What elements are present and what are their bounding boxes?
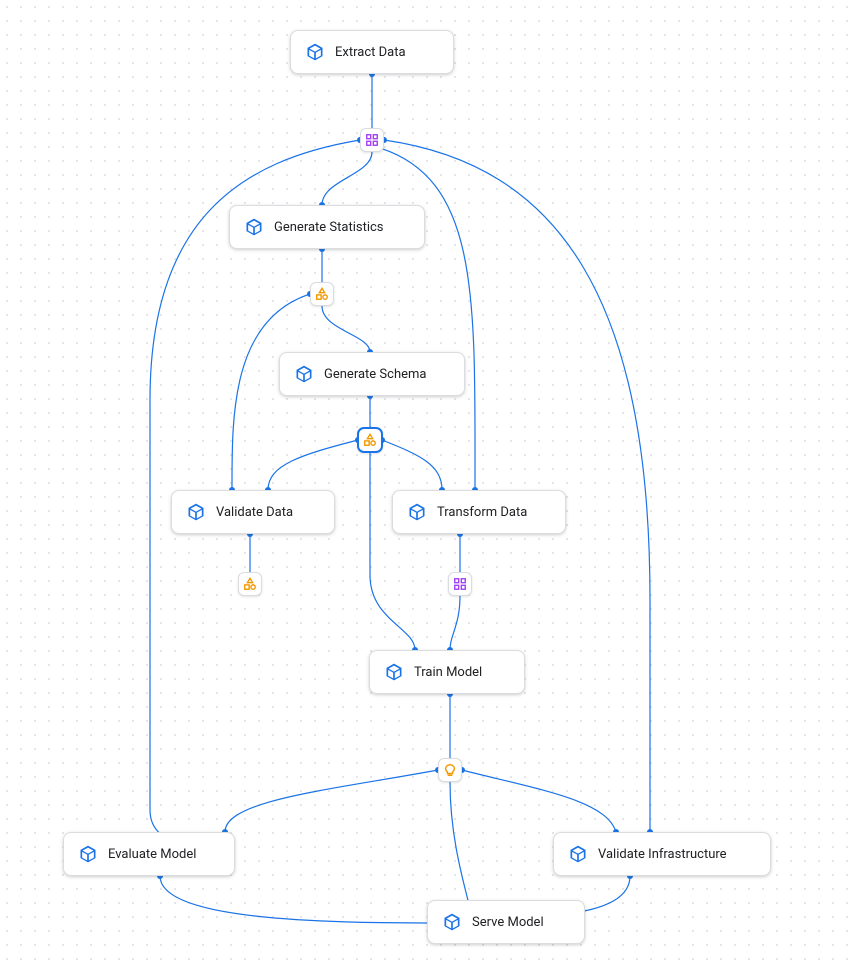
pipeline-canvas[interactable]: Extract Data Generate Statistics Generat…	[0, 0, 854, 968]
grid4-icon	[453, 577, 467, 591]
node-generate-statistics[interactable]: Generate Statistics	[229, 205, 425, 249]
edges-layer	[0, 0, 854, 968]
cube-icon	[186, 502, 206, 522]
junction-grid-icon[interactable]	[360, 128, 384, 152]
junction-shapes-icon[interactable]	[310, 282, 334, 306]
junction-grid-icon[interactable]	[448, 572, 472, 596]
cube-icon	[78, 844, 98, 864]
cube-icon	[294, 364, 314, 384]
cube-icon	[442, 912, 462, 932]
node-generate-schema[interactable]: Generate Schema	[279, 352, 465, 396]
node-label: Transform Data	[437, 505, 527, 520]
cube-icon	[384, 662, 404, 682]
node-label: Generate Statistics	[274, 220, 384, 235]
node-evaluate-model[interactable]: Evaluate Model	[63, 832, 235, 876]
shapes-icon	[315, 287, 329, 301]
node-label: Validate Infrastructure	[598, 847, 727, 862]
junction-shapes-icon[interactable]	[238, 572, 262, 596]
node-label: Extract Data	[335, 45, 406, 60]
cube-icon	[244, 217, 264, 237]
node-label: Generate Schema	[324, 367, 426, 382]
node-serve-model[interactable]: Serve Model	[427, 900, 585, 944]
shapes-icon	[243, 577, 257, 591]
node-label: Train Model	[414, 665, 482, 680]
node-validate-data[interactable]: Validate Data	[171, 490, 335, 534]
cube-icon	[568, 844, 588, 864]
node-label: Serve Model	[472, 915, 544, 930]
shapes-icon	[363, 433, 377, 447]
node-label: Evaluate Model	[108, 847, 196, 862]
grid4-icon	[365, 133, 379, 147]
node-label: Validate Data	[216, 505, 293, 520]
junction-shapes-icon-selected[interactable]	[357, 427, 383, 453]
junction-bulb-icon[interactable]	[438, 758, 462, 782]
cube-icon	[305, 42, 325, 62]
node-transform-data[interactable]: Transform Data	[392, 490, 566, 534]
bulb-icon	[443, 763, 457, 777]
node-validate-infrastructure[interactable]: Validate Infrastructure	[553, 832, 771, 876]
node-train-model[interactable]: Train Model	[369, 650, 525, 694]
cube-icon	[407, 502, 427, 522]
node-extract-data[interactable]: Extract Data	[290, 30, 454, 74]
